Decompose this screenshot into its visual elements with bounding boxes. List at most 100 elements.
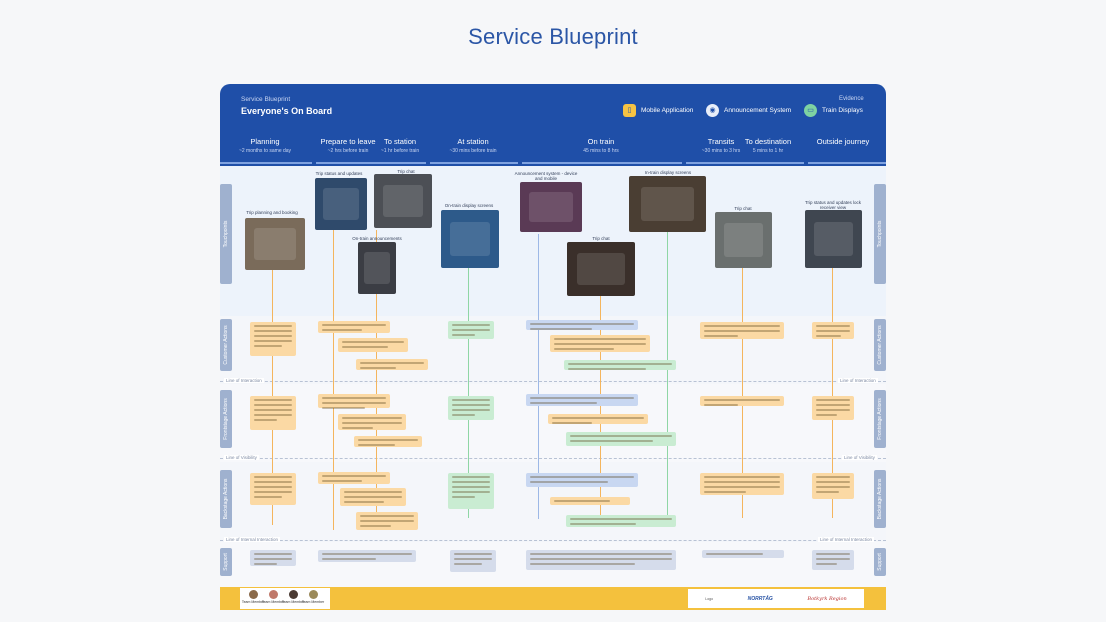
support-note	[812, 550, 854, 570]
line-of-internal-interaction	[220, 540, 886, 541]
lane-text: Frontstage Actions	[223, 398, 229, 440]
page-title: Service Blueprint	[468, 24, 638, 49]
phase-name: Outside journey	[816, 137, 870, 146]
customer-action-note	[564, 360, 676, 370]
line-of-internal-interaction-label-right: Line of Internal Interaction	[818, 537, 875, 542]
phase-at-station: At station ~30 mins before train	[440, 137, 506, 154]
backstage-action-note	[340, 488, 406, 506]
support-note	[318, 550, 416, 562]
blueprint-footer: Team Member Team Member Team Member Team…	[220, 587, 886, 610]
phase-planning: Planning ~2 months to same day	[234, 137, 296, 154]
avatar: Team Member	[302, 590, 324, 607]
lane-text: Customer Actions	[877, 325, 883, 365]
customer-action-note	[338, 338, 408, 352]
phase-on-train: On train 45 mins to 8 hrs	[560, 137, 642, 154]
phase-name: On train	[587, 137, 615, 146]
lane-label-touchpoints: Touchpoints	[220, 184, 232, 284]
backstage-action-note	[448, 473, 494, 509]
lane-text: Frontstage Actions	[877, 398, 883, 440]
touchpoint-caption: On-train announcements	[352, 236, 402, 241]
customer-action-note	[526, 320, 638, 330]
lane-text: Touchpoints	[877, 220, 883, 248]
lane-text: Support	[877, 553, 883, 571]
phase-name: To station	[383, 137, 417, 146]
header-title: Everyone's On Board	[241, 106, 333, 116]
customer-action-note	[700, 322, 784, 339]
partner-logo-norrtag: NORRTÅG	[747, 595, 773, 602]
support-note	[250, 550, 296, 566]
announcement-icon: ◉	[706, 103, 719, 117]
evidence-mobile-label: Mobile Application	[641, 106, 694, 114]
phase-to-station: To station ~1 hr before train	[378, 137, 422, 154]
partner-logo-1: Logo	[705, 596, 714, 601]
lane-text: Backstage Actions	[223, 478, 229, 520]
mobile-app-icon: ▯	[623, 103, 636, 117]
phase-name: Prepare to leave	[320, 137, 376, 146]
support-note	[702, 550, 784, 558]
evidence-announcement-label: Announcement System	[724, 106, 792, 114]
lane-label-customer-right: Customer Actions	[874, 319, 886, 371]
backstage-action-note	[812, 473, 854, 499]
trip-chat-platform-photo	[715, 212, 772, 268]
connector-line	[667, 232, 668, 522]
trip-status-lock-photo	[805, 210, 862, 268]
lane-text: Customer Actions	[223, 325, 229, 365]
touchpoint-caption: Trip planning and booking	[246, 210, 298, 215]
phase-name: At station	[457, 137, 489, 146]
phase-time: ~2 hrs before train	[327, 148, 369, 154]
avatar: Team Member	[262, 590, 284, 607]
backstage-action-note	[700, 473, 784, 495]
line-of-interaction-label: Line of Interaction	[224, 378, 264, 383]
line-of-internal-interaction-label: Line of Internal Interaction	[224, 537, 281, 542]
lane-text: Support	[223, 553, 229, 571]
evidence-train-displays: ▭ Train Displays	[804, 103, 863, 117]
phase-divider-line	[220, 162, 312, 164]
trip-chat-device-photo	[567, 242, 635, 296]
support-note	[526, 550, 676, 570]
touchpoint-caption: Trip status and updates	[315, 171, 363, 176]
blueprint-header: Service Blueprint Everyone's On Board Ev…	[220, 84, 886, 166]
backstage-action-note	[550, 497, 630, 505]
phase-name: To destination	[744, 137, 792, 146]
lane-label-support-right: Support	[874, 548, 886, 576]
phase-time: ~2 months to same day	[238, 148, 292, 154]
lane-label-touchpoints-right: Touchpoints	[874, 184, 886, 284]
frontstage-action-note	[812, 396, 854, 420]
announcement-system-photo	[520, 182, 582, 232]
touchpoint-caption: Trip chat	[592, 236, 610, 241]
evidence-announcement-system: ◉ Announcement System	[706, 103, 791, 117]
phase-to-destination: To destination 5 mins to 1 hr	[740, 137, 796, 154]
frontstage-action-note	[548, 414, 648, 424]
lane-label-support: Support	[220, 548, 232, 576]
evidence-mobile-app: ▯ Mobile Application	[623, 103, 693, 117]
partner-logo-region: Botkyrk Region	[807, 595, 847, 602]
lane-label-frontstage-right: Frontstage Actions	[874, 390, 886, 448]
trip-chat-photo	[374, 174, 432, 228]
phase-divider-line	[522, 162, 682, 164]
backstage-action-note	[356, 512, 418, 530]
phase-divider-line	[316, 162, 426, 164]
touchpoint-caption: In-train display screens	[644, 170, 692, 175]
customer-action-note	[448, 321, 494, 339]
trip-status-photo	[315, 178, 367, 230]
avatar: Team Member	[242, 590, 264, 607]
backstage-action-note	[566, 515, 676, 527]
phase-time: ~30 mins before train	[449, 148, 497, 154]
trip-planning-photo	[245, 218, 305, 270]
lane-label-backstage-right: Backstage Actions	[874, 470, 886, 528]
on-train-announcement-photo	[358, 242, 396, 294]
phase-time: 5 mins to 1 hr	[752, 148, 784, 154]
lane-label-frontstage: Frontstage Actions	[220, 390, 232, 448]
touchpoint-caption: Trip status and updates lock receiver vi…	[804, 200, 862, 210]
customer-action-note	[812, 322, 854, 339]
team-members: Team Member Team Member Team Member Team…	[240, 588, 330, 609]
customer-action-note	[318, 321, 390, 333]
phase-outside-journey: Outside journey	[810, 137, 876, 146]
backstage-action-note	[250, 473, 296, 505]
evidence-label: Evidence	[839, 96, 864, 102]
avatar-name: Team Member	[301, 600, 325, 604]
phase-divider-line	[686, 162, 804, 164]
frontstage-action-note	[700, 396, 784, 406]
line-of-interaction	[220, 381, 886, 382]
phase-name: Planning	[250, 137, 280, 146]
